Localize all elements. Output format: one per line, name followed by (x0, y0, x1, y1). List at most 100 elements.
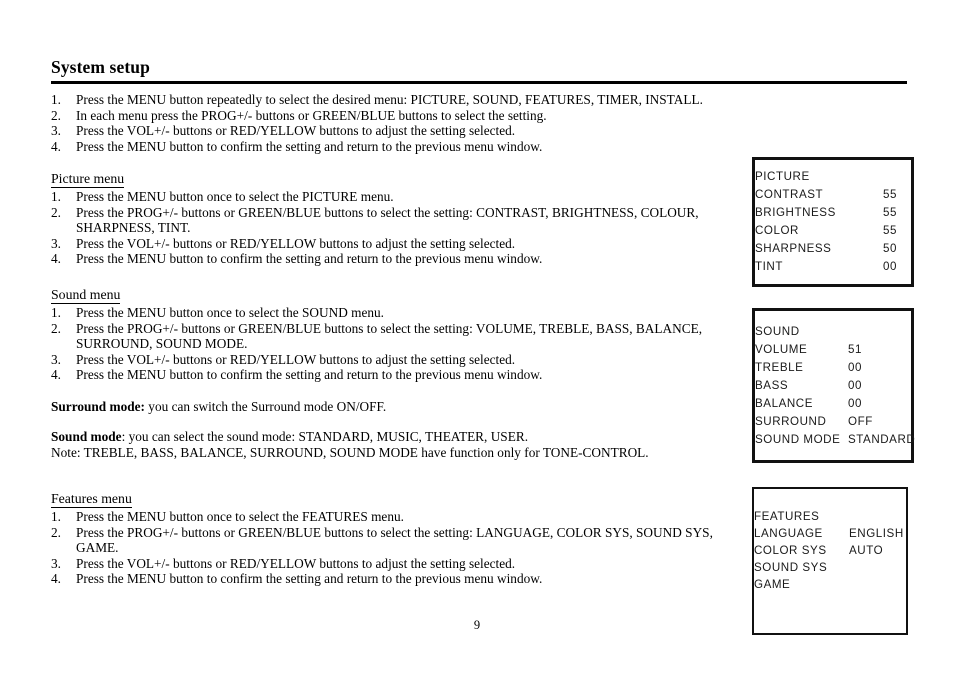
list-item-text: Press the MENU button repeatedly to sele… (76, 92, 703, 107)
sound-mode-text: : you can select the sound mode: STANDAR… (121, 429, 529, 444)
list-item: 2. Press the PROG+/- buttons or GREEN/BLU… (51, 321, 741, 352)
osd-row-label: SOUND MODE (755, 433, 841, 446)
list-item-number: 4. (51, 571, 61, 587)
list-item: 4. Press the MENU button to confirm the s… (51, 571, 741, 587)
sound-mode-line: Sound mode: you can select the sound mod… (51, 429, 741, 445)
list-item-text: Press the MENU button to confirm the set… (76, 251, 543, 267)
osd-title: SOUND (755, 325, 800, 338)
list-item-number: 1. (51, 189, 61, 204)
list-item-text: Press the MENU button to confirm the set… (76, 571, 543, 587)
osd-features-inner: FEATURES LANGUAGE ENGLISH COLOR SYS AUTO… (754, 489, 906, 633)
list-item-number: 1. (51, 305, 61, 320)
osd-row-value: 50 (883, 242, 897, 255)
intro-step-list: 1. Press the MENU button repeatedly to se… (51, 92, 741, 154)
list-item-number: 1. (51, 509, 61, 524)
title-underline-rule (51, 81, 907, 84)
osd-row-value: 00 (848, 397, 862, 410)
intro-steps-block: 1. Press the MENU button repeatedly to se… (51, 92, 741, 154)
list-item: 3. Press the VOL+/- buttons or RED/YELLOW… (51, 236, 741, 252)
osd-row-value: 00 (848, 379, 862, 392)
list-item-text: Press the PROG+/- buttons or GREEN/BLUE … (76, 204, 699, 220)
list-item-number: 2. (51, 107, 61, 123)
osd-row-label: SHARPNESS (755, 242, 832, 255)
section-heading-sound: Sound menu (51, 287, 121, 304)
list-item-text-continued: SHARPNESS, TINT. (76, 220, 191, 236)
surround-mode-text: you can switch the Surround mode ON/OFF. (144, 399, 387, 414)
picture-step-list: 1. Press the MENU button once to select t… (51, 189, 741, 267)
osd-row: SOUND SYS (754, 561, 914, 579)
list-item: 1. Press the MENU button once to select t… (51, 305, 741, 321)
list-item: 3. Press the VOL+/- buttons or RED/YELLOW… (51, 556, 741, 572)
list-item-text: In each menu press the PROG+/- buttons o… (76, 107, 547, 123)
list-item-text: Press the MENU button once to select the… (76, 509, 404, 524)
list-item-text-continued: SURROUND, SOUND MODE. (76, 336, 248, 352)
osd-row-value: 55 (883, 188, 897, 201)
section-heading-picture: Picture menu (51, 171, 125, 188)
list-item-number: 3. (51, 235, 61, 251)
list-item-text: Press the VOL+/- buttons or RED/YELLOW b… (76, 351, 516, 367)
osd-row: SHARPNESS 50 (755, 242, 926, 260)
list-item-text: Press the VOL+/- buttons or RED/YELLOW b… (76, 555, 516, 571)
osd-row-value: OFF (848, 415, 873, 428)
osd-row: SOUND MODE STANDARD (755, 433, 921, 451)
osd-row-value: 00 (883, 260, 897, 273)
list-item-number: 1. (51, 92, 61, 107)
sound-mode-label: Sound mode (51, 429, 122, 444)
section-heading-features: Features menu (51, 491, 132, 508)
osd-title: FEATURES (754, 510, 820, 523)
osd-row: PICTURE (755, 170, 926, 188)
list-item-number: 3. (51, 555, 61, 571)
osd-row-value: AUTO (849, 544, 884, 557)
osd-row: LANGUAGE ENGLISH (754, 527, 914, 545)
list-item: 4. Press the MENU button to confirm the s… (51, 139, 741, 155)
features-step-list: 1. Press the MENU button once to select t… (51, 509, 741, 587)
osd-row-value: 00 (848, 361, 862, 374)
tone-control-note: Note: TREBLE, BASS, BALANCE, SURROUND, S… (51, 444, 649, 460)
list-item: 4. Press the MENU button to confirm the s… (51, 367, 741, 383)
osd-row-label: SURROUND (755, 415, 827, 428)
list-item: 3. Press the VOL+/- buttons or RED/YELLOW… (51, 123, 741, 139)
osd-row-label: BRIGHTNESS (755, 206, 836, 219)
osd-row: COLOR SYS AUTO (754, 544, 914, 562)
osd-row-label: COLOR SYS (754, 544, 827, 557)
list-item-text-continued: GAME. (76, 540, 119, 556)
surround-mode-note: Surround mode: you can switch the Surrou… (51, 399, 741, 415)
osd-row: GAME (754, 578, 914, 596)
osd-row-label: SOUND SYS (754, 561, 828, 574)
osd-features-menu: FEATURES LANGUAGE ENGLISH COLOR SYS AUTO… (752, 487, 908, 635)
features-menu-section: Features menu 1. Press the MENU button on… (51, 490, 741, 587)
list-item: 3. Press the VOL+/- buttons or RED/YELLOW… (51, 352, 741, 368)
list-item-number: 4. (51, 367, 61, 383)
list-item-number: 2. (51, 204, 61, 220)
list-item: 1. Press the MENU button once to select t… (51, 189, 741, 205)
list-item: 1. Press the MENU button once to select t… (51, 509, 741, 525)
sound-step-list: 1. Press the MENU button once to select t… (51, 305, 741, 383)
list-item-number: 4. (51, 251, 61, 267)
list-item: 2. In each menu press the PROG+/- buttons… (51, 108, 741, 124)
list-item-text: Press the PROG+/- buttons or GREEN/BLUE … (76, 320, 703, 336)
osd-row: FEATURES (754, 510, 914, 528)
osd-row-label: BASS (755, 379, 789, 392)
osd-row-value: ENGLISH (849, 527, 904, 540)
list-item: 4. Press the MENU button to confirm the s… (51, 251, 741, 267)
osd-row-label: COLOR (755, 224, 799, 237)
osd-row-label: CONTRAST (755, 188, 824, 201)
list-item-text: Press the MENU button to confirm the set… (76, 367, 543, 383)
osd-row-label: TREBLE (755, 361, 804, 374)
list-item-number: 2. (51, 524, 61, 540)
osd-picture-inner: PICTURE CONTRAST 55 BRIGHTNESS 55 COLOR … (755, 160, 911, 284)
osd-picture-menu: PICTURE CONTRAST 55 BRIGHTNESS 55 COLOR … (752, 157, 914, 287)
osd-row: TINT 00 (755, 260, 926, 278)
list-item-text: Press the MENU button once to select the… (76, 189, 394, 204)
list-item-text: Press the VOL+/- buttons or RED/YELLOW b… (76, 235, 516, 251)
osd-row: CONTRAST 55 (755, 188, 926, 206)
list-item: 1. Press the MENU button repeatedly to se… (51, 92, 741, 108)
list-item-number: 4. (51, 138, 61, 154)
osd-row-label: LANGUAGE (754, 527, 823, 540)
list-item-text: Press the MENU button to confirm the set… (76, 138, 543, 154)
page-title: System setup (51, 57, 150, 77)
list-item: 2. Press the PROG+/- buttons or GREEN/BLU… (51, 205, 741, 236)
osd-row: BRIGHTNESS 55 (755, 206, 926, 224)
sound-menu-section: Sound menu 1. Press the MENU button once … (51, 286, 741, 383)
osd-row: COLOR 55 (755, 224, 926, 242)
